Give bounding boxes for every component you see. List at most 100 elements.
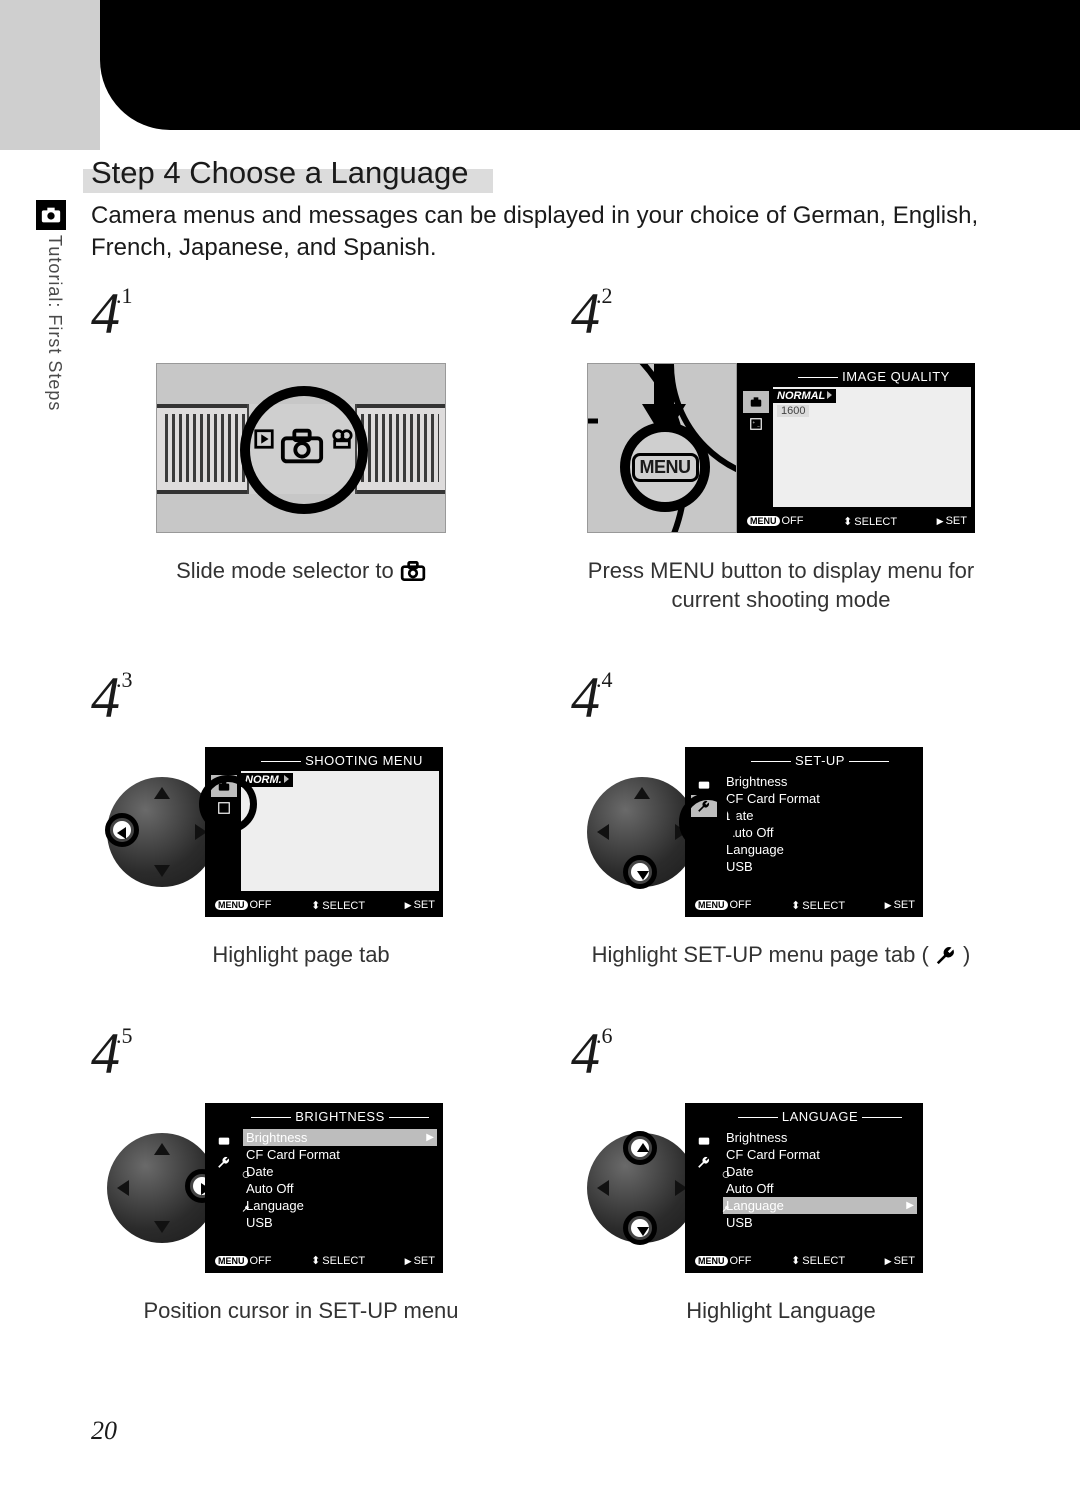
lcd-screen: IMAGE QUALITY +− NORMAL 1600 MENUOFF SEL… <box>737 363 975 533</box>
movie-mode-icon <box>331 428 353 450</box>
multi-selector <box>587 1133 697 1243</box>
lcd-title: LANGUAGE <box>721 1109 919 1127</box>
step-4-4: 4.4 SET-UP Brightness CF Card Format <box>571 664 991 970</box>
step-caption: Slide mode selector to <box>91 557 511 586</box>
menu-item: Brightness <box>723 1129 917 1146</box>
lcd-title: IMAGE QUALITY <box>773 369 971 387</box>
menu-item: Language <box>243 1197 437 1214</box>
step-caption: Highlight SET-UP menu page tab ( ) <box>571 941 991 970</box>
lcd-title: BRIGHTNESS <box>241 1109 439 1127</box>
lcd-footer: MENUOFF SELECT SET <box>211 1253 439 1269</box>
multi-selector <box>107 1133 217 1243</box>
sidebar-section-label: Tutorial: First Steps <box>44 235 65 411</box>
menu-item: CF Card Format <box>723 1146 917 1163</box>
page-header-black <box>100 0 1080 130</box>
lcd-tabs <box>691 1129 717 1173</box>
step-4-6: 4.6 LANGUAGE Brightness CF Card F <box>571 1020 991 1326</box>
step-number: 4.4 <box>571 664 991 731</box>
mode-dial-illustration <box>156 363 446 533</box>
clock-icon <box>242 1169 250 1180</box>
play-mode-icon <box>253 428 275 450</box>
lcd-footer: MENUOFF SELECT SET <box>691 1253 919 1269</box>
tab-setup <box>211 1151 237 1173</box>
menu-item: Date <box>723 1163 917 1180</box>
page-margin-gray <box>0 0 100 150</box>
menu-item: USB <box>723 858 917 875</box>
menu-item: Auto Off <box>723 1180 917 1197</box>
wrench-icon <box>935 944 957 966</box>
tab-camera <box>743 391 769 413</box>
lcd-menu-list: Brightness CF Card Format Date Auto Off … <box>723 1129 917 1231</box>
page-number: 20 <box>91 1416 117 1446</box>
menu-item: Auto Off <box>243 1180 437 1197</box>
menu-item: Date <box>723 807 917 824</box>
step-caption: Highlight Language <box>571 1297 991 1326</box>
lcd-footer: MENUOFF SELECT SET <box>691 897 919 913</box>
menu-button-illustration: MENU <box>587 363 737 533</box>
step-number: 4.1 <box>91 280 511 347</box>
menu-item: CF Card Format <box>243 1146 437 1163</box>
lcd-screen: SHOOTING MENU NORM. MENUOFF SELECT SET <box>205 747 443 917</box>
menu-item: USB <box>723 1214 917 1231</box>
step-number: 4.6 <box>571 1020 991 1087</box>
step-caption: Position cursor in SET-UP menu <box>91 1297 511 1326</box>
steps-grid: 4.1 Slide mode selector to <box>91 280 991 1375</box>
menu-button-circle: MENU <box>620 422 710 512</box>
selector-down-highlight <box>623 1211 657 1245</box>
tab-exposure: +− <box>743 413 769 435</box>
step-4-3: 4.3 SHOOTING MENU N <box>91 664 511 970</box>
tab-camera <box>691 773 717 795</box>
svg-text:−: − <box>757 425 760 430</box>
menu-item: Date <box>243 1163 437 1180</box>
menu-button-label: MENU <box>632 453 699 482</box>
lcd-screen: BRIGHTNESS Brightness CF Card Format Dat… <box>205 1103 443 1273</box>
menu-item-highlighted: Brightness <box>243 1129 437 1146</box>
step-number: 4.2 <box>571 280 991 347</box>
sidebar-icon-box <box>36 200 66 230</box>
lcd-menu-list: Brightness CF Card Format Date Auto Off … <box>243 1129 437 1231</box>
lcd-footer: MENUOFF SELECT SET <box>743 513 971 529</box>
menu-item: Language <box>723 841 917 858</box>
menu-item: CF Card Format <box>723 790 917 807</box>
wrench-icon <box>722 1203 730 1214</box>
lcd-tabs <box>211 1129 237 1173</box>
selector-up-highlight <box>623 1131 657 1165</box>
camera-setup-icon <box>40 204 62 226</box>
intro-paragraph: Camera menus and messages can be display… <box>91 200 991 265</box>
wrench-icon <box>242 1203 250 1214</box>
lcd-menu-list: Brightness CF Card Format Date Auto Off … <box>723 773 917 875</box>
menu-item: USB <box>243 1214 437 1231</box>
selector-down-highlight <box>623 855 657 889</box>
tab-camera <box>211 1129 237 1151</box>
step-4-2: 4.2 MENU IMAGE QUALITY +− NORMAL 16 <box>571 280 991 614</box>
page-heading: Step 4 Choose a Language <box>91 155 468 191</box>
menu-item: Auto Off <box>723 824 917 841</box>
camera-icon <box>400 560 426 582</box>
tab-camera <box>691 1129 717 1151</box>
lcd-screen: LANGUAGE Brightness CF Card Format Date … <box>685 1103 923 1273</box>
tab-highlight-circle <box>679 793 737 851</box>
lcd-title: SHOOTING MENU <box>241 753 439 771</box>
step-4-1: 4.1 Slide mode selector to <box>91 280 511 614</box>
step-number: 4.5 <box>91 1020 511 1087</box>
lcd-footer: MENUOFF SELECT SET <box>211 897 439 913</box>
lcd-title: SET-UP <box>721 753 919 771</box>
tab-highlight-circle <box>199 775 257 833</box>
step-4-5: 4.5 BRIGHTNESS Brightness CF Card Format <box>91 1020 511 1326</box>
menu-item-highlighted: Language <box>723 1197 917 1214</box>
quality-badge: NORMAL <box>773 389 836 403</box>
lcd-tabs: +− <box>743 391 769 435</box>
svg-text:+: + <box>753 420 756 425</box>
menu-item: Brightness <box>723 773 917 790</box>
tab-setup <box>691 1151 717 1173</box>
menu-category-icons <box>242 1132 250 1238</box>
menu-category-icons <box>722 1132 730 1238</box>
af-arrow-icon <box>587 404 600 438</box>
resolution-value: 1600 <box>777 405 809 417</box>
step-caption: Press MENU button to display menu for cu… <box>571 557 991 614</box>
step-number: 4.3 <box>91 664 511 731</box>
clock-icon <box>722 1169 730 1180</box>
step-caption: Highlight page tab <box>91 941 511 970</box>
camera-mode-icon <box>279 426 325 466</box>
selector-left-highlight <box>105 813 139 847</box>
